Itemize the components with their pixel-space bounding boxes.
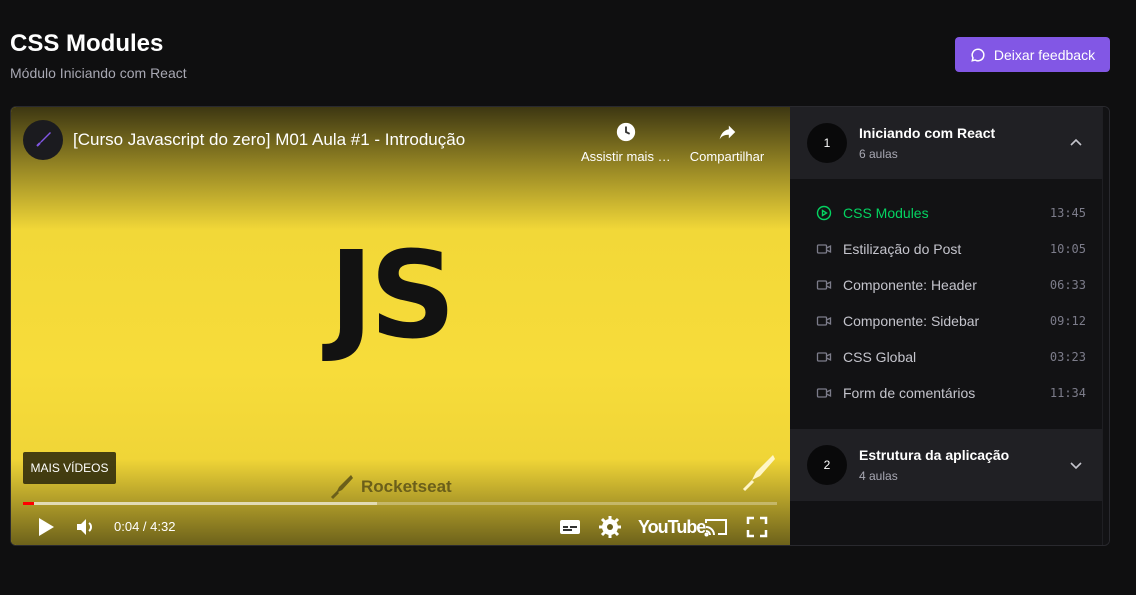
gear-icon: [599, 516, 621, 538]
lesson-name: Componente: Sidebar: [843, 313, 980, 329]
module-number: 1: [807, 123, 847, 163]
lesson-duration: 03:23: [1049, 350, 1086, 364]
lesson-name: CSS Modules: [843, 205, 929, 221]
video-player[interactable]: JS [Curso Javascript do zero] M01 Aula #…: [11, 107, 790, 545]
fullscreen-button[interactable]: [745, 515, 769, 539]
volume-button[interactable]: [74, 515, 98, 539]
module-number: 2: [807, 445, 847, 485]
chevron-up-icon: [1070, 138, 1082, 146]
subtitles-icon: [560, 520, 580, 534]
watch-later-button[interactable]: Assistir mais tarde: [581, 121, 671, 164]
fullscreen-icon: [746, 516, 768, 538]
feedback-button[interactable]: Deixar feedback: [955, 37, 1110, 72]
watch-later-label: Assistir mais tarde: [581, 149, 671, 164]
module-lesson-count: 4 aulas: [859, 469, 898, 483]
lesson-item-form-comentarios[interactable]: Form de comentários 11:34: [816, 383, 1086, 403]
channel-avatar[interactable]: [23, 120, 63, 160]
page-subtitle: Módulo Iniciando com React: [10, 65, 187, 81]
feedback-button-label: Deixar feedback: [993, 46, 1096, 63]
module-2-header[interactable]: 2 Estrutura da aplicação 4 aulas: [790, 429, 1102, 501]
chat-bubble-icon: [971, 47, 985, 62]
lesson-name: Form de comentários: [843, 385, 976, 401]
share-button[interactable]: Compartilhar: [682, 121, 772, 164]
lesson-content: JS [Curso Javascript do zero] M01 Aula #…: [10, 106, 1110, 546]
rocket-icon: [36, 132, 51, 147]
lessons-sidebar: 1 Iniciando com React 6 aulas CSS Module…: [790, 107, 1102, 545]
played-range: [23, 502, 35, 505]
watermark-text: Rocketseat: [361, 477, 452, 496]
play-button[interactable]: [33, 515, 57, 539]
video-camera-icon: [816, 316, 832, 326]
clock-icon: [616, 122, 636, 142]
lesson-name: CSS Global: [843, 349, 917, 365]
lesson-item-componente-sidebar[interactable]: Componente: Sidebar 09:12: [816, 311, 1086, 331]
lesson-name: Componente: Header: [843, 277, 977, 293]
lesson-item-estilizacao-post[interactable]: Estilização do Post 10:05: [816, 239, 1086, 259]
video-camera-icon: [816, 280, 832, 290]
share-label: Compartilhar: [689, 149, 765, 164]
module-1-header[interactable]: 1 Iniciando com React 6 aulas: [790, 107, 1102, 179]
page-title: CSS Modules: [10, 30, 164, 57]
rocketseat-watermark: Rocketseat: [329, 473, 452, 501]
lesson-item-css-modules[interactable]: CSS Modules 13:45: [816, 203, 1086, 223]
video-title[interactable]: [Curso Javascript do zero] M01 Aula #1 -…: [73, 130, 465, 150]
subtitles-button[interactable]: [558, 515, 582, 539]
lesson-duration: 06:33: [1049, 278, 1086, 292]
rocket-icon: [742, 455, 775, 492]
youtube-logo[interactable]: YouTube: [638, 517, 706, 538]
time-display: 0:04 / 4:32: [114, 519, 176, 534]
video-camera-icon: [816, 388, 832, 398]
volume-icon: [77, 519, 92, 535]
lesson-duration: 11:34: [1049, 386, 1086, 400]
sidebar-scrollbar[interactable]: [1102, 107, 1109, 545]
player-controls: 0:04 / 4:32 YouTube: [11, 512, 790, 542]
chevron-down-icon: [1070, 462, 1082, 470]
progress-bar[interactable]: [23, 502, 777, 505]
share-icon: [719, 125, 736, 140]
settings-button[interactable]: [598, 515, 622, 539]
video-camera-icon: [816, 244, 832, 254]
video-camera-icon: [816, 352, 832, 362]
module-lesson-count: 6 aulas: [859, 147, 898, 161]
play-icon: [39, 518, 54, 536]
module-title: Estrutura da aplicação: [859, 447, 1010, 463]
lesson-duration: 13:45: [1049, 206, 1086, 220]
module-title: Iniciando com React: [859, 125, 996, 141]
lesson-name: Estilização do Post: [843, 241, 962, 257]
js-logo: JS: [329, 227, 456, 366]
cast-button[interactable]: [704, 515, 728, 539]
channel-watermark[interactable]: [741, 452, 777, 499]
lesson-duration: 10:05: [1049, 242, 1086, 256]
buffered-range: [23, 502, 378, 505]
cast-icon: [704, 519, 727, 537]
page-header: CSS Modules Módulo Iniciando com React: [10, 30, 187, 81]
more-videos-button[interactable]: MAIS VÍDEOS: [23, 452, 116, 484]
play-circle-icon: [816, 205, 832, 221]
lesson-item-componente-header[interactable]: Componente: Header 06:33: [816, 275, 1086, 295]
lesson-duration: 09:12: [1049, 314, 1086, 328]
lesson-item-css-global[interactable]: CSS Global 03:23: [816, 347, 1086, 367]
rocket-icon: [330, 475, 353, 500]
